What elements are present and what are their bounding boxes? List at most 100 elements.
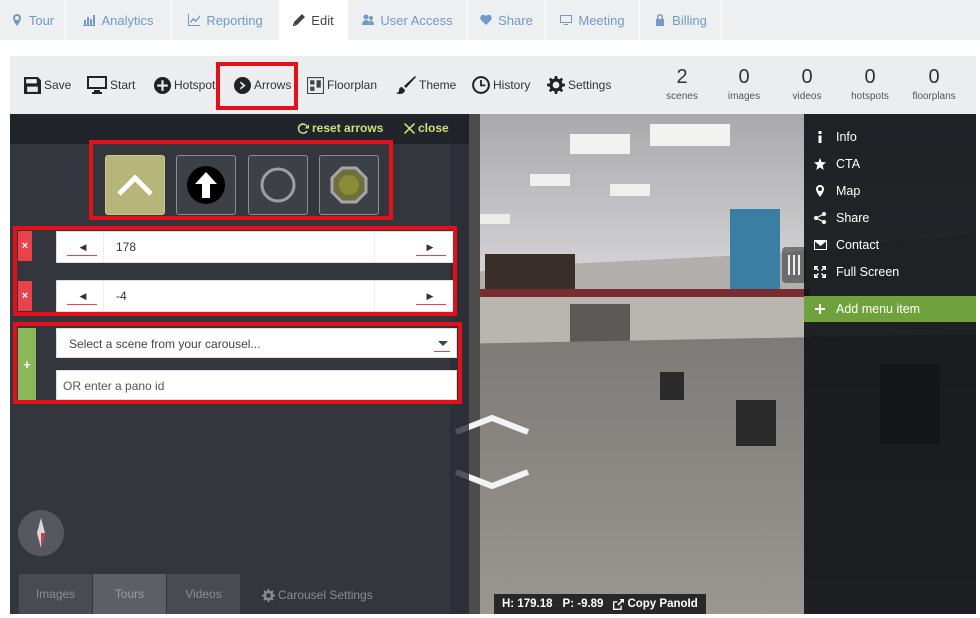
history-label: History — [493, 78, 531, 92]
stat-label: images — [727, 91, 761, 102]
stat-value: 2 — [676, 66, 688, 88]
tab-label: Billing — [672, 12, 707, 28]
reset-arrows-link[interactable]: reset arrows — [296, 121, 383, 135]
stat-label: hotspots — [851, 91, 889, 102]
tab-label: Share — [498, 12, 533, 28]
stat-label: scenes — [666, 91, 698, 102]
floppy-disk-icon — [24, 76, 41, 94]
tab-user-access[interactable]: User Access — [348, 0, 468, 40]
theme-button[interactable]: Theme — [396, 56, 456, 114]
line-chart-icon — [188, 14, 201, 26]
floorplan-button[interactable]: Floorplan — [307, 56, 377, 114]
map-marker-icon — [12, 14, 21, 26]
copy-panoid-button[interactable]: Copy PanoId — [613, 598, 698, 610]
heart-icon — [480, 14, 492, 25]
heading-readout-value: 179.18 — [517, 598, 553, 610]
floorplan-label: Floorplan — [327, 78, 378, 92]
share-icon — [814, 212, 826, 224]
tab-edit[interactable]: Edit — [280, 0, 348, 40]
arrows-button-highlight — [216, 62, 298, 110]
tab-videos[interactable]: Videos — [167, 574, 240, 614]
info-icon — [818, 131, 822, 143]
tab-billing[interactable]: Billing — [640, 0, 722, 40]
tab-tour[interactable]: Tour — [0, 0, 66, 40]
add-menu-item-label: Add menu item — [836, 302, 921, 316]
stat-floorplans: 0 floorplans — [901, 66, 967, 102]
bar-chart-icon — [83, 15, 96, 26]
add-menu-item-button[interactable]: Add menu item — [804, 296, 976, 322]
pano-status-bar: H: 179.18 P: -9.89 Copy PanoId — [494, 594, 706, 614]
target-scene-highlight — [13, 322, 462, 404]
paintbrush-icon — [396, 76, 416, 94]
tab-label: Tour — [28, 12, 55, 28]
stat-scenes: 2 scenes — [649, 66, 715, 102]
lock-icon — [656, 14, 665, 26]
gear-icon — [262, 588, 275, 602]
plus-circle-icon — [154, 76, 171, 94]
menu-item-info[interactable]: Info — [804, 124, 976, 150]
menu-item-label: CTA — [836, 157, 861, 171]
menu-item-label: Share — [836, 211, 870, 225]
close-label: close — [418, 121, 449, 135]
save-button[interactable]: Save — [24, 56, 71, 114]
envelope-icon — [813, 240, 827, 250]
monitor-icon — [560, 15, 573, 25]
menu-item-map[interactable]: Map — [804, 178, 976, 204]
theme-label: Theme — [419, 78, 457, 92]
close-icon — [404, 122, 415, 134]
carousel-settings-link[interactable]: Carousel Settings — [262, 588, 373, 602]
menu-item-share[interactable]: Share — [804, 205, 976, 231]
hotspot-label: Hotspot — [174, 78, 216, 92]
stat-value: 0 — [928, 66, 940, 88]
save-label: Save — [44, 78, 72, 92]
menu-item-label: Full Screen — [836, 265, 900, 279]
stat-hotspots: 0 hotspots — [837, 66, 903, 102]
close-panel-link[interactable]: close — [404, 121, 449, 135]
app-root: Tour Analytics Reporting Edit User Acces… — [0, 0, 980, 618]
stat-label: videos — [792, 91, 822, 102]
tab-meeting[interactable]: Meeting — [546, 0, 640, 40]
history-button[interactable]: History — [472, 56, 530, 114]
start-button[interactable]: Start — [87, 56, 135, 114]
tab-tours[interactable]: Tours — [93, 574, 166, 614]
monitor-icon — [87, 76, 107, 94]
heading-readout-label: H: — [502, 598, 515, 610]
tab-share[interactable]: Share — [468, 0, 546, 40]
tab-label: Edit — [311, 12, 334, 28]
pitch-readout: P: -9.89 — [563, 598, 604, 610]
copy-panoid-label: Copy PanoId — [627, 598, 698, 610]
stat-value: 0 — [864, 66, 876, 88]
menu-item-full-screen[interactable]: Full Screen — [804, 259, 976, 285]
gear-icon — [547, 76, 565, 94]
star-icon — [814, 158, 826, 170]
pitch-readout-label: P: — [562, 598, 575, 610]
hotspot-button[interactable]: Hotspot — [154, 56, 215, 114]
settings-label: Settings — [568, 78, 612, 92]
stat-value: 0 — [738, 66, 750, 88]
heading-readout: H: 179.18 — [502, 598, 553, 610]
stat-label: floorplans — [912, 91, 956, 102]
carousel-settings-label: Carousel Settings — [278, 588, 373, 602]
reset-arrows-label: reset arrows — [312, 121, 384, 135]
tab-label: Analytics — [101, 12, 154, 28]
tab-images[interactable]: Images — [19, 574, 92, 614]
menu-item-label: Info — [836, 130, 857, 144]
stat-value: 0 — [801, 66, 813, 88]
carousel-tabs: Images Tours Videos — [19, 574, 241, 614]
arrow-style-highlight — [89, 140, 393, 220]
editor-toolbar: Save Start Hotspot Arrows Floorplan Them… — [10, 56, 976, 114]
compass-icon[interactable] — [18, 510, 64, 556]
tab-analytics[interactable]: Analytics — [66, 0, 172, 40]
stat-videos: 0 videos — [774, 66, 840, 102]
refresh-icon — [297, 122, 309, 134]
compass-needle — [37, 518, 45, 548]
pitch-readout-value: -9.89 — [577, 598, 604, 610]
external-link-icon — [613, 598, 625, 610]
tab-reporting[interactable]: Reporting — [172, 0, 280, 40]
settings-button[interactable]: Settings — [547, 56, 611, 114]
menu-item-contact[interactable]: Contact — [804, 232, 976, 258]
tour-side-menu: Info CTA Map Share Contact Full Screen A… — [804, 114, 976, 614]
menu-item-cta[interactable]: CTA — [804, 151, 976, 177]
top-nav: Tour Analytics Reporting Edit User Acces… — [0, 0, 980, 40]
menu-drag-handle[interactable] — [782, 247, 806, 283]
